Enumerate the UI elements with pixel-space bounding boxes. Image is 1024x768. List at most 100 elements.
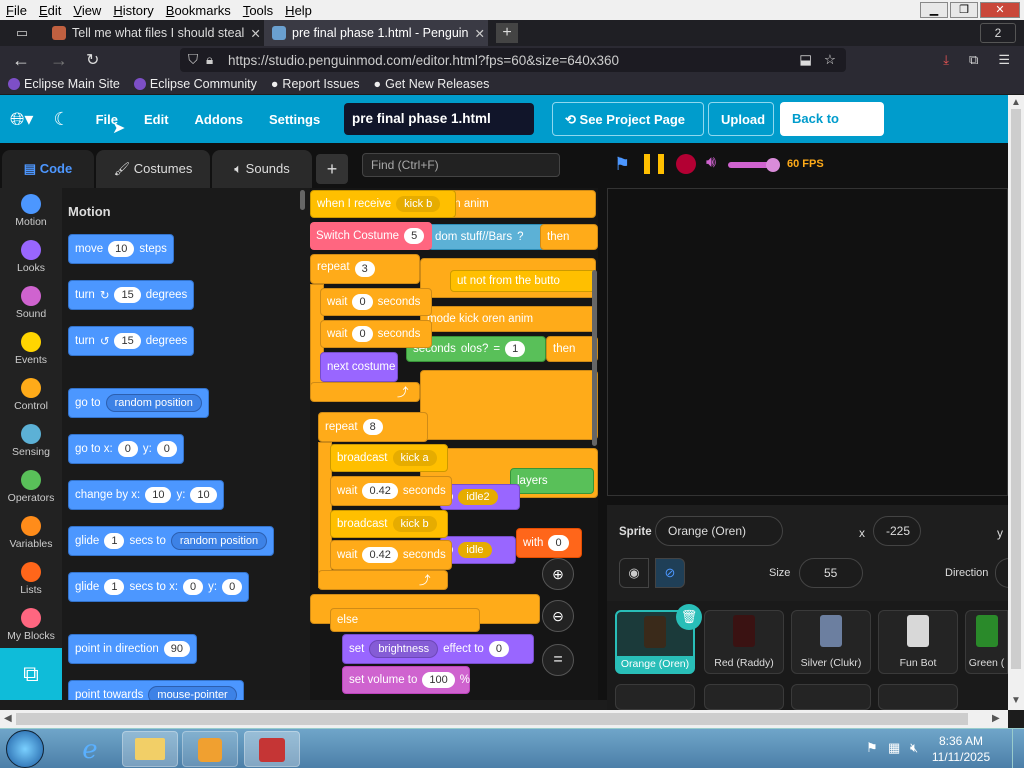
block-input[interactable]: 0.42 [362,547,398,563]
tab-close-icon[interactable]: ✕ [250,26,260,41]
page-vertical-scrollbar[interactable]: ▲ ▼ [1008,95,1024,710]
sprite-tile-red[interactable]: Red (Raddy) [704,610,784,674]
block-input[interactable]: 1 [104,579,125,595]
zoom-out-button[interactable]: ⊖ [542,600,574,632]
find-input[interactable]: Find (Ctrl+F) [362,153,560,177]
sprite-name-input[interactable]: Orange (Oren) [655,516,783,546]
block-input[interactable]: 0 [183,579,204,595]
broadcast-block[interactable]: broadcast kick a [330,444,448,472]
muted-speaker-icon[interactable]: 🔇︎ [910,740,918,756]
x-input[interactable]: -225 [873,516,921,546]
block-change-by[interactable]: change by x: 10 y: 10 [68,480,224,510]
block-point-towards[interactable]: point towards mouse-pointer [68,680,244,700]
editor-menu-addons[interactable]: Addons [195,112,243,127]
green-flag-icon[interactable]: ⚑ [614,154,630,175]
sprite-tile-silver[interactable]: Silver (Clukr) [791,610,871,674]
category-operators[interactable]: Operators [0,470,62,504]
block-go-to[interactable]: go to random position [68,388,209,418]
block-input[interactable]: 5 [404,228,425,244]
show-desktop-button[interactable] [1012,729,1024,768]
block-dropdown[interactable]: kick a [392,450,437,466]
block-dropdown[interactable]: kick b [392,516,437,532]
block-input[interactable]: 0.42 [362,483,398,499]
sprite-tile-green[interactable]: Green ( [965,610,1008,674]
category-sound[interactable]: Sound [0,286,62,320]
save-to-pocket-icon[interactable]: ⬓ [799,52,812,68]
wait-block[interactable]: wait 0.42 seconds [330,540,452,570]
see-project-page-button[interactable]: ⟲ See Project Page [552,102,704,136]
taskbar-ie-icon[interactable]: ℯ [62,731,118,767]
script-scrollbar[interactable] [592,270,597,446]
block-dropdown[interactable]: random position [170,532,268,550]
palette-scrollbar[interactable] [300,190,305,210]
close-window-icon[interactable]: ✕ [980,2,1020,18]
bookmark-eclipse-main[interactable]: Eclipse Main Site [8,77,120,91]
block-input[interactable]: 15 [114,287,141,303]
block-input[interactable]: 0 [352,294,373,310]
upload-button[interactable]: Upload [708,102,774,136]
add-tab-button[interactable]: + [316,154,348,184]
block-input[interactable]: 0 [117,441,138,457]
project-title-input[interactable]: pre final phase 1.html [344,103,534,135]
hide-sprite-button[interactable]: ⊘ [655,558,685,588]
tab-other[interactable]: Tell me what files I should steal ✕ [44,20,264,46]
url-bar[interactable]: ⛉ 🔒︎ https://studio.penguinmod.com/edito… [180,48,846,72]
repeat-block[interactable]: repeat 8 [318,412,428,442]
tab-sounds[interactable]: 🔈︎ Sounds [212,150,312,188]
block-input[interactable]: 100 [422,672,455,688]
taskbar-app-icon[interactable] [244,731,300,767]
delete-sprite-icon[interactable]: 🗑︎ [676,604,702,630]
editor-menu-settings[interactable]: Settings [269,112,320,127]
block-input[interactable]: 8 [362,419,383,435]
hamburger-menu-icon[interactable]: ☰ [998,52,1010,68]
action-center-flag-icon[interactable]: ⚑ [866,740,878,756]
set-volume-block[interactable]: set volume to 100% [342,666,470,694]
zoom-in-button[interactable]: ⊕ [542,558,574,590]
stage-canvas[interactable] [607,188,1008,496]
block-input[interactable]: 0 [488,641,509,657]
broadcast-block[interactable]: broadcast kick b [330,510,448,538]
block-go-to-xy[interactable]: go to x: 0 y: 0 [68,434,184,464]
block-input[interactable]: 10 [108,241,135,257]
reload-icon[interactable]: ↻ [86,50,99,70]
wait-block[interactable]: wait 0 seconds [320,288,432,316]
tab-active[interactable]: pre final phase 1.html - Penguin ✕ [264,20,488,46]
extensions-icon[interactable]: ⧉ [969,52,978,68]
bookmark-eclipse-community[interactable]: Eclipse Community [133,77,257,91]
sprite-tile-row2[interactable] [615,684,695,710]
block-dropdown[interactable]: mouse-pointer [148,686,237,700]
pause-icon[interactable] [644,154,664,174]
block-input[interactable]: 0 [156,441,177,457]
category-variables[interactable]: Variables [0,516,62,550]
block-dropdown[interactable]: brightness [369,640,439,658]
minimize-icon[interactable]: ▁ [920,2,948,18]
taskbar-media-player-icon[interactable] [182,731,238,767]
block-input[interactable]: 0 [352,326,373,342]
category-looks[interactable]: Looks [0,240,62,274]
forward-icon[interactable]: → [50,50,68,71]
tab-count[interactable]: 2 [980,23,1016,43]
repeat-block[interactable]: repeat 3 [310,254,420,284]
block-input[interactable]: 0 [222,579,243,595]
stop-icon[interactable] [676,154,696,174]
block-input[interactable]: 10 [190,487,217,503]
back-icon[interactable]: ← [12,50,30,71]
block-input[interactable]: 3 [354,261,375,277]
tab-close-icon[interactable]: ✕ [475,26,485,41]
back-to-home-button[interactable]: Back to Home [780,102,884,160]
menu-history[interactable]: History [107,3,159,18]
tab-code[interactable]: ▤ Code [2,150,94,188]
scroll-right-icon[interactable]: ▶ [992,713,1000,724]
block-glide-to-xy[interactable]: glide 1 secs to x: 0 y: 0 [68,572,250,602]
scroll-left-icon[interactable]: ◀ [4,713,12,724]
language-globe-icon[interactable]: 🌐︎▾ [10,109,33,130]
sprite-tile-row2[interactable] [704,684,784,710]
switch-costume-block[interactable]: Switch Costume 5 [310,222,432,250]
menu-bookmarks[interactable]: Bookmarks [160,3,237,18]
network-icon[interactable]: ▦ [888,740,900,756]
menu-help[interactable]: Help [279,3,318,18]
block-input[interactable]: 90 [163,641,190,657]
menu-edit[interactable]: Edit [33,3,67,18]
tab-list-icon[interactable]: ▭ [0,25,44,41]
editor-menu-edit[interactable]: Edit [144,112,169,127]
